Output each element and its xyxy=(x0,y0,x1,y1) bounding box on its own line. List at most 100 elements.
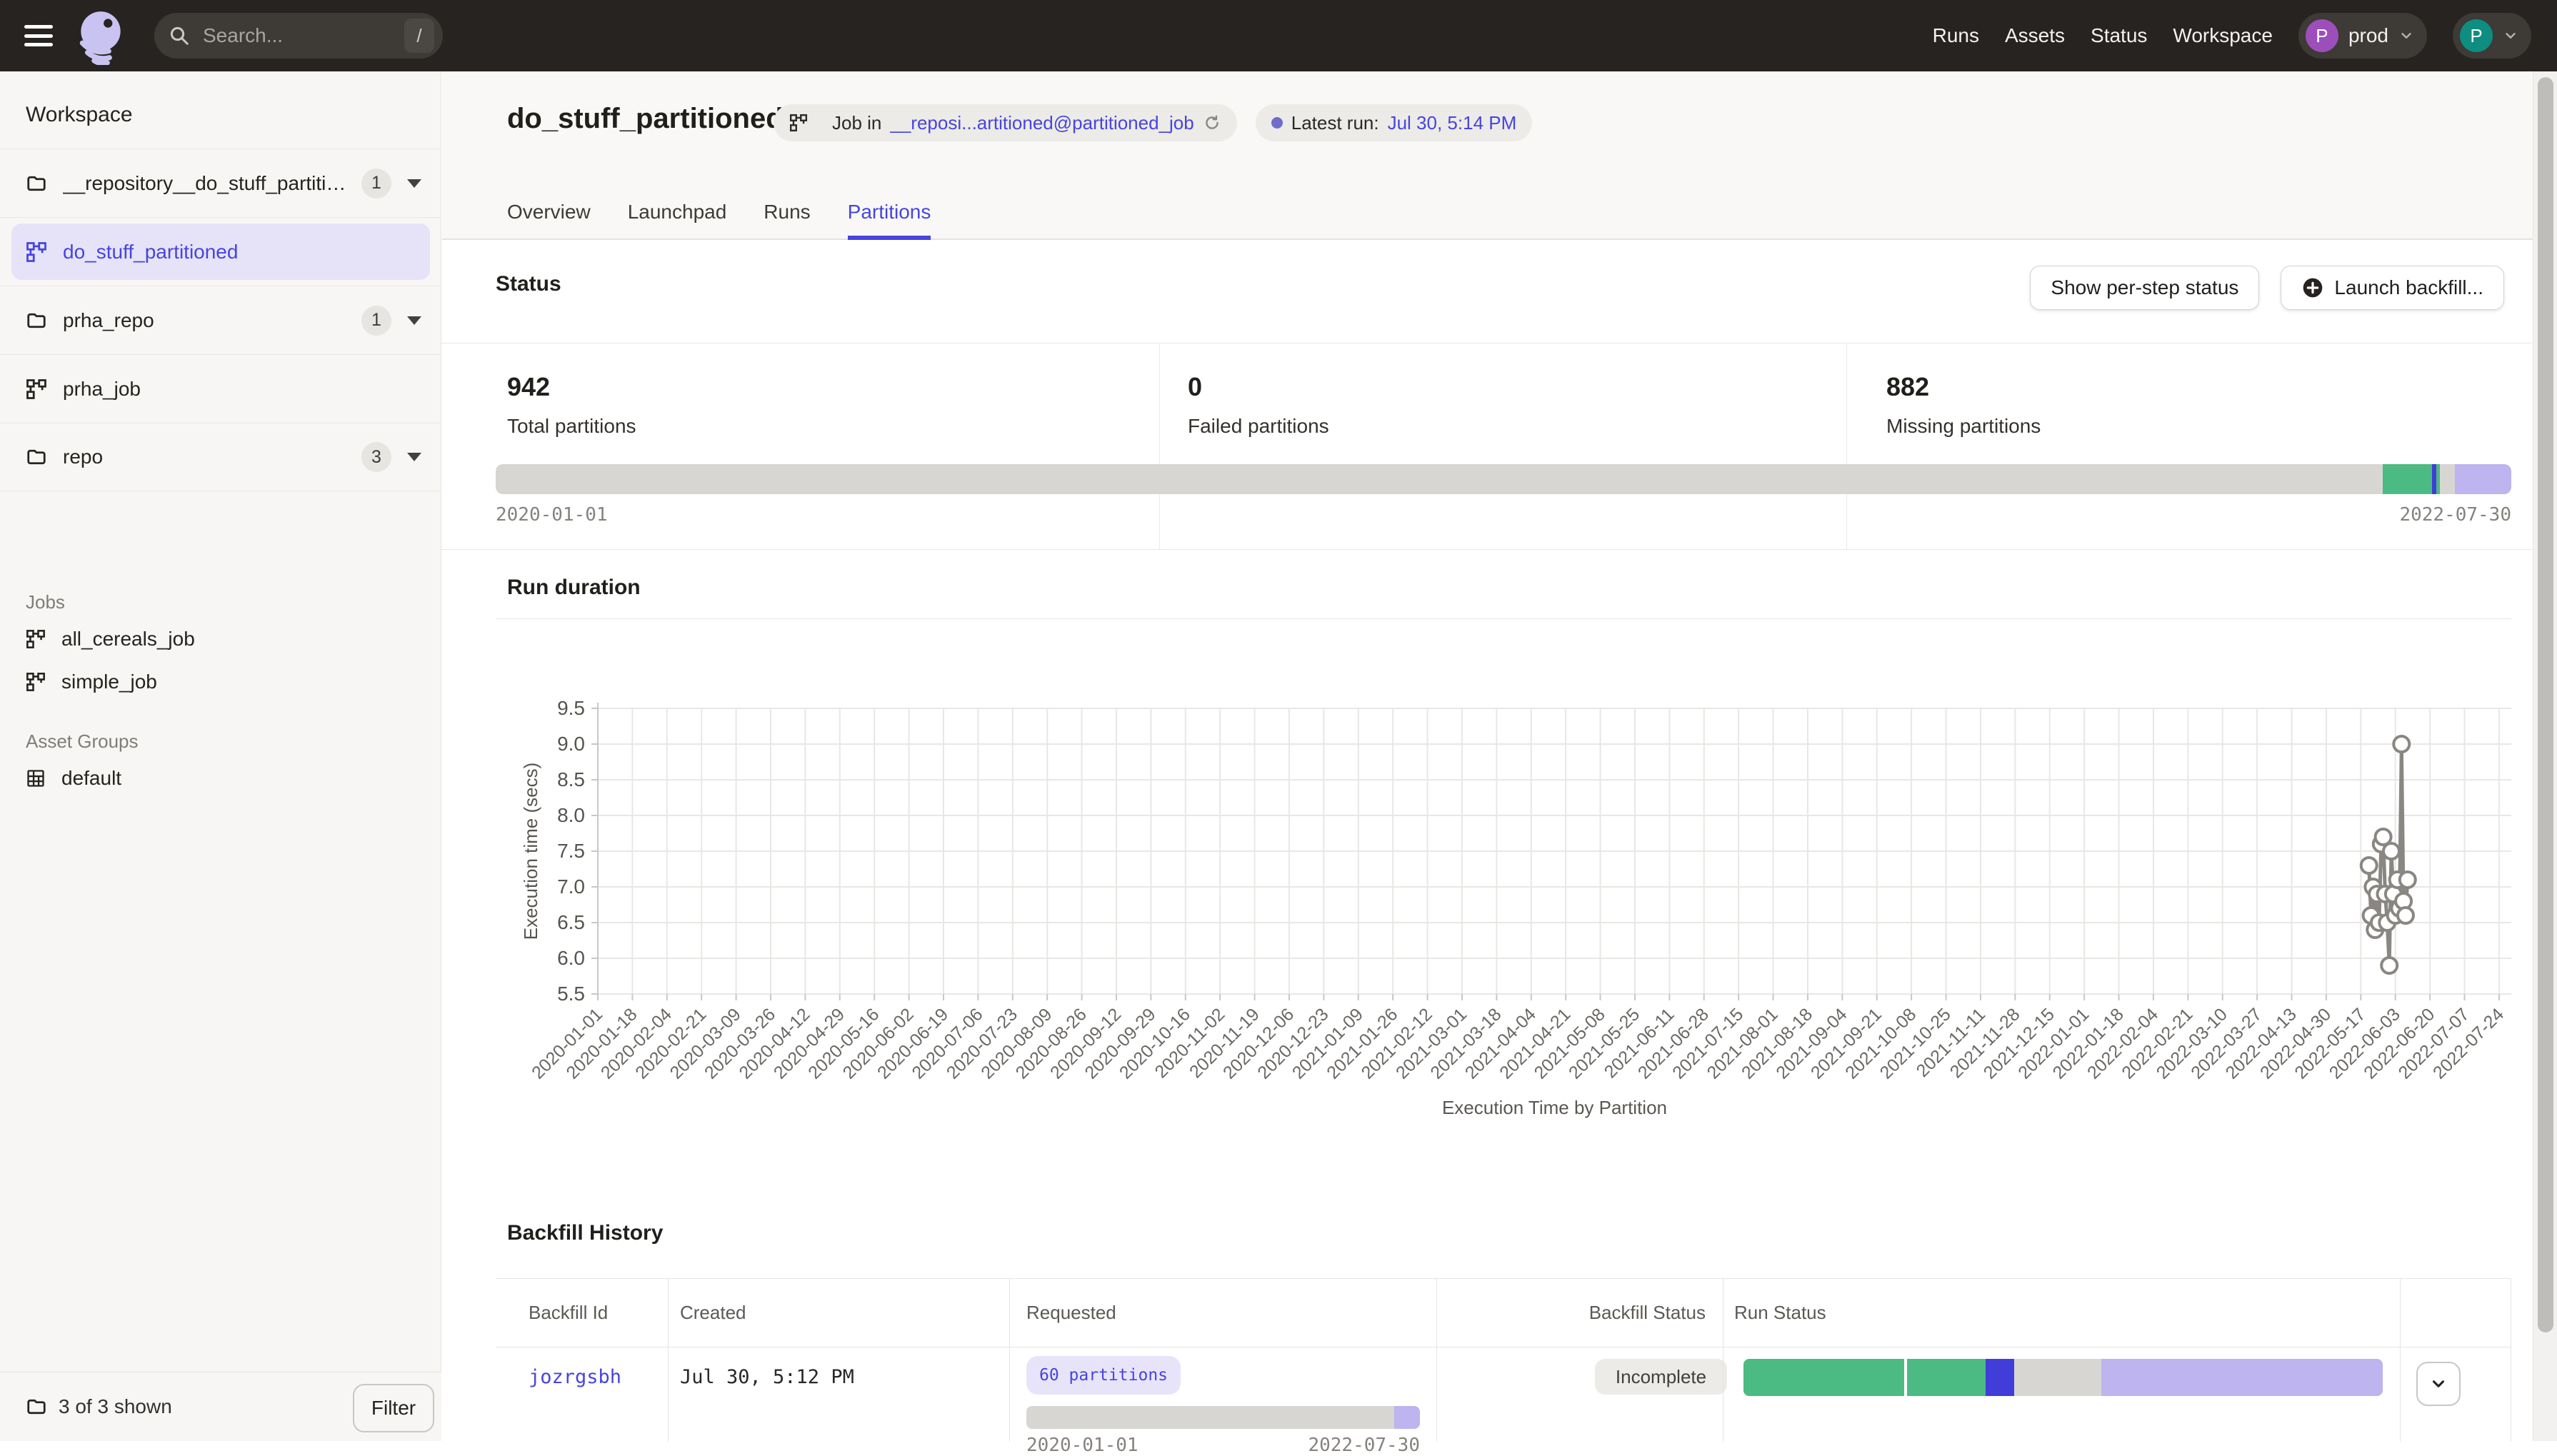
column-header-requested: Requested xyxy=(1009,1279,1436,1347)
run-status-segment-green xyxy=(1743,1359,1904,1396)
svg-text:6.5: 6.5 xyxy=(557,911,585,933)
tab-label: Partitions xyxy=(848,201,931,224)
sidebar-item-prha-job[interactable]: prha_job xyxy=(0,354,441,423)
requested-partitions-badge[interactable]: 60 partitions xyxy=(1026,1356,1181,1395)
tab-runs[interactable]: Runs xyxy=(764,184,810,240)
expand-row-button[interactable] xyxy=(2416,1362,2461,1406)
sidebar-item-repo[interactable]: repo 3 xyxy=(0,423,441,491)
repo-list: __repository__do_stuff_partitio... 1 do_st… xyxy=(0,149,441,491)
stat-value-total-partitions: 942 xyxy=(507,372,550,402)
backfill-table: jozrgsbh Jul 30, 5:12 PM 60 partitions 2… xyxy=(496,1278,2511,1441)
job-header: do_stuff_partitioned Job in __reposi...a… xyxy=(442,71,2557,240)
stat-value-missing-partitions: 882 xyxy=(1886,372,1929,402)
sidebar-footer: 3 of 3 shown Filter xyxy=(0,1372,441,1441)
menu-icon[interactable] xyxy=(24,25,53,46)
filter-button[interactable]: Filter xyxy=(353,1384,434,1432)
search-shortcut-key: / xyxy=(404,19,434,53)
svg-text:6.0: 6.0 xyxy=(557,947,585,969)
run-status-segment-bar-gray xyxy=(2014,1359,2101,1396)
run-status-bar[interactable] xyxy=(1743,1359,2383,1396)
column-header-backfill-status: Backfill Status xyxy=(1436,1279,1723,1347)
nav-link-assets[interactable]: Assets xyxy=(2005,24,2065,47)
sidebar-item-prha-repo[interactable]: prha_repo1 xyxy=(0,286,441,354)
nav-link-runs[interactable]: Runs xyxy=(1933,24,1979,47)
run-duration-title: Run duration xyxy=(507,576,641,600)
tab-label: Launchpad xyxy=(628,201,727,224)
sidebar-item-default[interactable]: default xyxy=(0,757,441,800)
run-duration-chart[interactable]: 5.56.06.57.07.58.08.59.09.52020-01-01202… xyxy=(471,686,2521,1157)
nav-links: Runs Assets Status Workspace xyxy=(1933,24,2273,47)
active-tab-underline xyxy=(848,236,931,240)
run-status-segment-green xyxy=(1907,1359,1985,1396)
stat-label: Missing partitions xyxy=(1886,415,2041,438)
partition-stats: 942Total partitions0Failed partitions882… xyxy=(441,343,2557,550)
plus-circle-icon xyxy=(2301,276,2324,299)
repo-job-count-badge: 3 xyxy=(361,442,391,472)
job-location-link[interactable]: __reposi...artitioned@partitioned_job xyxy=(890,112,1194,134)
sidebar-item-do-stuff-partitioned[interactable]: do_stuff_partitioned xyxy=(0,217,441,286)
chevron-down-icon xyxy=(2503,28,2518,44)
svg-text:5.5: 5.5 xyxy=(557,983,585,1005)
requested-range-end: 2022-07-30 xyxy=(1274,1435,1420,1456)
caret-down-icon[interactable] xyxy=(407,453,421,461)
repo-job-count-badge: 1 xyxy=(361,306,391,336)
refresh-icon[interactable] xyxy=(1203,114,1221,132)
chevron-down-icon xyxy=(2398,28,2414,44)
svg-text:9.0: 9.0 xyxy=(557,733,585,755)
launch-backfill-label: Launch backfill... xyxy=(2334,276,2483,299)
chart-caption: Execution Time by Partition xyxy=(1442,1097,1667,1118)
latest-run-label: Latest run: xyxy=(1291,112,1379,134)
folder-icon xyxy=(26,173,47,194)
sidebar-item-label: all_cereals_job xyxy=(61,628,195,651)
backfill-history-title: Backfill History xyxy=(507,1221,663,1245)
search-placeholder: Search... xyxy=(203,24,404,47)
sidebar-item-label: repo xyxy=(63,446,351,468)
grid-icon xyxy=(26,768,46,788)
divider xyxy=(496,618,2511,619)
latest-run-link[interactable]: Jul 30, 5:14 PM xyxy=(1388,112,1517,134)
caret-down-icon[interactable] xyxy=(407,179,421,188)
column-header-created: Created xyxy=(668,1279,1009,1347)
run-status-dot xyxy=(1271,117,1283,129)
run-status-segment-lavender xyxy=(2101,1359,2383,1396)
sidebar-item-all-cereals-job[interactable]: all_cereals_job xyxy=(0,618,441,661)
partition-bar-segment-bar-gray xyxy=(496,464,2383,494)
backfill-id-link[interactable]: jozrgsbh xyxy=(529,1366,621,1388)
sidebar-item-label: simple_job xyxy=(61,671,157,693)
column-header-backfill-id: Backfill Id xyxy=(496,1279,668,1347)
show-per-step-status-button[interactable]: Show per-step status xyxy=(2030,266,2259,310)
launch-backfill-button[interactable]: Launch backfill... xyxy=(2281,266,2504,310)
deployment-label: prod xyxy=(2348,24,2388,47)
sidebar-item-label: default xyxy=(61,767,121,790)
partition-range-start: 2020-01-01 xyxy=(496,504,608,526)
deployment-switcher[interactable]: P prod xyxy=(2298,13,2427,59)
search-input[interactable]: Search... / xyxy=(154,13,443,59)
sidebar-item-simple-job[interactable]: simple_job xyxy=(0,661,441,703)
stat-value-failed-partitions: 0 xyxy=(1188,372,1202,402)
workspace-sidebar: Workspace __repository__do_stuff_partiti… xyxy=(0,71,441,1441)
dagster-logo-icon xyxy=(71,6,130,65)
partition-range-end: 2022-07-30 xyxy=(2307,504,2511,526)
job-icon xyxy=(26,672,46,692)
requested-range-bar xyxy=(1026,1406,1420,1429)
tab-label: Overview xyxy=(507,201,591,224)
partition-status-bar[interactable] xyxy=(496,464,2511,494)
stat-label: Total partitions xyxy=(507,415,636,438)
nav-link-workspace[interactable]: Workspace xyxy=(2173,24,2273,47)
app: Search... / Runs Assets Status Workspace P … xyxy=(0,0,2557,1441)
tab-launchpad[interactable]: Launchpad xyxy=(628,184,727,240)
tab-partitions[interactable]: Partitions xyxy=(848,184,931,240)
repo-job-count-badge: 1 xyxy=(361,169,391,199)
folder-icon xyxy=(26,310,47,331)
caret-down-icon[interactable] xyxy=(407,316,421,325)
nav-link-status[interactable]: Status xyxy=(2091,24,2147,47)
scrollbar-thumb[interactable] xyxy=(2538,77,2553,1332)
tab-overview[interactable]: Overview xyxy=(507,184,591,240)
divider xyxy=(1159,343,1160,549)
sidebar-item-repository-do-stuff-partitio[interactable]: __repository__do_stuff_partitio... 1 xyxy=(0,149,441,217)
sidebar-item-label: do_stuff_partitioned xyxy=(63,241,416,263)
scrollbar-track[interactable] xyxy=(2533,71,2557,1441)
user-menu[interactable]: P xyxy=(2453,13,2531,59)
svg-text:8.5: 8.5 xyxy=(557,768,585,790)
sidebar-item-label: __repository__do_stuff_partitio... xyxy=(63,172,351,195)
